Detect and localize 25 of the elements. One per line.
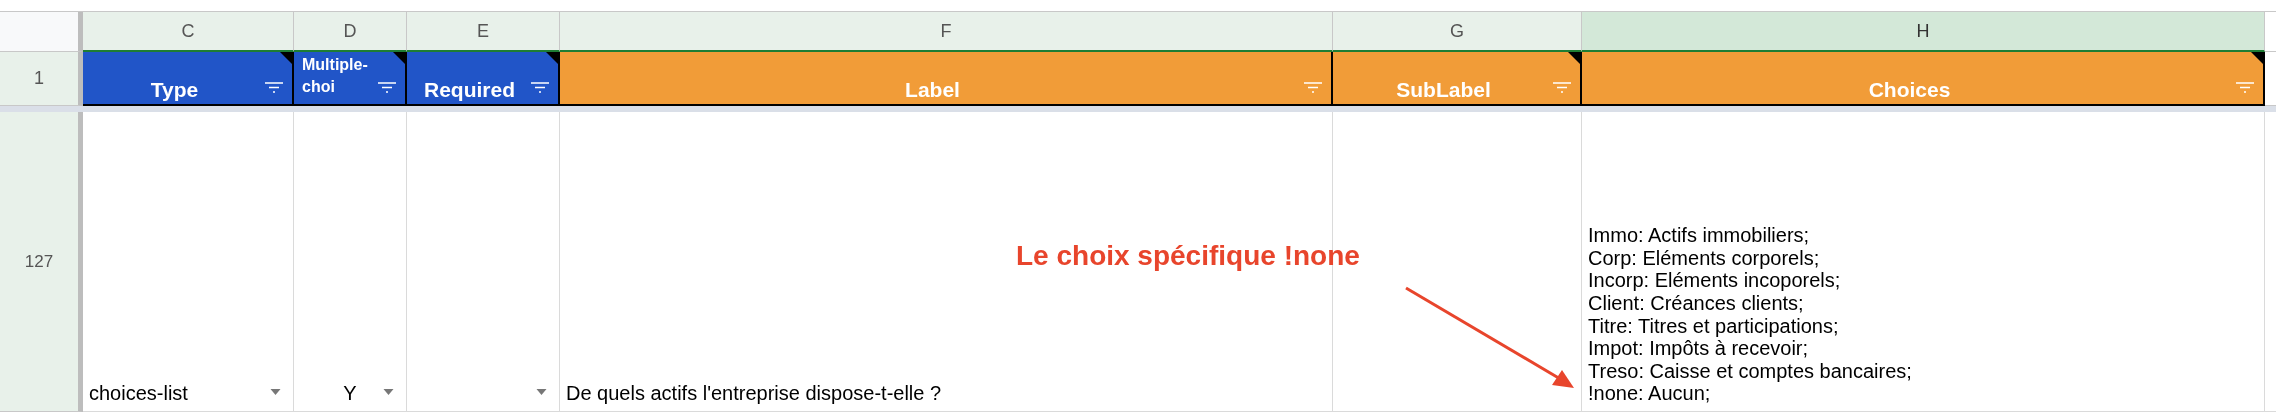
filter-icon[interactable] [264,82,284,94]
table-cell: choices-list [89,382,188,405]
header-cell: Multiple-choi [294,52,407,106]
header-cell: SubLabel [1333,52,1582,106]
row-number[interactable]: 127 [0,112,83,412]
filter-icon[interactable] [377,82,397,94]
filter-icon[interactable] [530,82,550,94]
column-header[interactable]: E [407,12,560,52]
table-cell: Immo: Actifs immobiliers; Corp: Eléments corporels; Incorp: Eléments incoporels; Client: Créances clients; Titre: Titres et participations; Impot: Impôts à recevoir; Treso: Caisse et comptes bancaires; !none: Aucun; [1588,224,1912,405]
dropdown-caret-icon[interactable] [536,389,547,395]
row-number[interactable]: 1 [0,52,83,106]
dropdown-caret-icon[interactable] [270,389,281,395]
header-cell: Label [560,52,1333,106]
column-header[interactable]: G [1333,12,1582,52]
header-cell: Type [83,52,294,106]
header-cell: Required [407,52,560,106]
column-header[interactable]: F [560,12,1333,52]
table-cell: Y [343,382,357,405]
dropdown-caret-icon[interactable] [383,389,394,395]
column-header[interactable]: D [294,12,407,52]
header-cell: Choices [1582,52,2265,106]
annotation-label: Le choix spécifique !none [1016,240,1360,272]
column-header[interactable]: H [1582,12,2265,52]
column-header[interactable]: C [83,12,294,52]
table-cell: De quels actifs l'entreprise dispose-t-elle ? [566,382,942,405]
